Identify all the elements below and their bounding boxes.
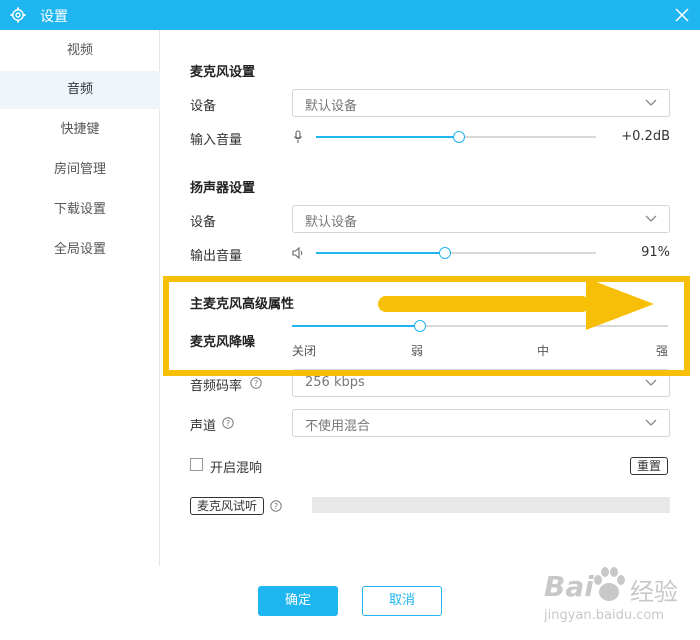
mic-volume-label: 输入音量 bbox=[190, 133, 243, 148]
tick-label-strong: 强 bbox=[656, 344, 669, 358]
speaker-device-select[interactable]: 默认设备 bbox=[292, 205, 670, 233]
paw-icon bbox=[594, 567, 625, 601]
sidebar-item-video[interactable]: 视频 bbox=[0, 32, 160, 70]
speaker-volume-knob[interactable] bbox=[439, 247, 451, 259]
mic-device-select[interactable]: 默认设备 bbox=[292, 89, 670, 117]
advanced-section-title: 主麦克风高级属性 bbox=[190, 297, 295, 312]
speaker-device-label: 设备 bbox=[190, 215, 217, 230]
watermark: Bai 经验 jingyan.baidu.com bbox=[538, 562, 698, 636]
sidebar-item-global-settings[interactable]: 全局设置 bbox=[0, 231, 160, 269]
mic-device-label: 设备 bbox=[190, 99, 217, 114]
sidebar-item-room-management[interactable]: 房间管理 bbox=[0, 151, 160, 189]
arrow-right-icon bbox=[378, 278, 654, 330]
tick-label-weak: 弱 bbox=[411, 344, 424, 358]
speaker-volume-readout: 91% bbox=[641, 245, 670, 260]
speaker-volume-fill bbox=[316, 252, 445, 254]
mic-volume-fill bbox=[316, 136, 459, 138]
speaker-volume-label: 输出音量 bbox=[190, 249, 243, 264]
reverb-label: 开启混响 bbox=[210, 461, 263, 476]
help-icon[interactable]: ? bbox=[250, 377, 262, 389]
mic-volume-knob[interactable] bbox=[453, 131, 465, 143]
svg-text:?: ? bbox=[226, 419, 230, 428]
cancel-button[interactable]: 取消 bbox=[362, 586, 442, 616]
help-icon[interactable]: ? bbox=[270, 500, 282, 512]
mic-volume-readout: +0.2dB bbox=[621, 129, 670, 144]
watermark-brand: Bai bbox=[544, 570, 594, 603]
mic-test-level-bar bbox=[312, 497, 670, 513]
speaker-section-title: 扬声器设置 bbox=[190, 181, 256, 196]
sidebar-item-shortcuts[interactable]: 快捷键 bbox=[0, 111, 160, 149]
bitrate-label: 音频码率 bbox=[190, 379, 243, 394]
title-bar: 设置 bbox=[0, 0, 700, 30]
reverb-checkbox[interactable] bbox=[190, 458, 203, 471]
ok-button[interactable]: 确定 bbox=[258, 586, 338, 616]
channel-value: 不使用混合 bbox=[305, 419, 371, 434]
reset-button[interactable]: 重置 bbox=[630, 457, 669, 475]
bitrate-value: 256 kbps bbox=[305, 375, 365, 390]
speaker-volume-slider[interactable] bbox=[316, 247, 596, 259]
noise-reduction-label: 麦克风降噪 bbox=[190, 335, 256, 350]
mic-section-title: 麦克风设置 bbox=[190, 65, 256, 80]
chevron-down-icon bbox=[645, 99, 657, 106]
chevron-down-icon bbox=[645, 215, 657, 222]
tick-label-off: 关闭 bbox=[292, 344, 317, 358]
gear-icon bbox=[10, 7, 26, 23]
sidebar-item-audio[interactable]: 音频 bbox=[0, 71, 160, 109]
tick-label-medium: 中 bbox=[537, 344, 550, 358]
chevron-down-icon bbox=[645, 419, 657, 426]
mic-test-button[interactable]: 麦克风试听 bbox=[190, 497, 265, 515]
chevron-down-icon bbox=[645, 379, 657, 386]
sidebar-item-download-settings[interactable]: 下载设置 bbox=[0, 191, 160, 229]
mic-device-value: 默认设备 bbox=[305, 99, 358, 114]
watermark-brand-cn: 经验 bbox=[630, 578, 678, 606]
speaker-device-value: 默认设备 bbox=[305, 215, 358, 230]
bitrate-select[interactable]: 256 kbps bbox=[292, 369, 670, 397]
close-icon[interactable] bbox=[674, 7, 690, 23]
help-icon[interactable]: ? bbox=[222, 417, 234, 429]
microphone-icon bbox=[294, 130, 302, 143]
mic-volume-slider[interactable] bbox=[316, 131, 596, 143]
window-title: 设置 bbox=[40, 9, 68, 25]
channel-label: 声道 bbox=[190, 419, 217, 434]
svg-text:?: ? bbox=[254, 379, 258, 388]
watermark-url: jingyan.baidu.com bbox=[544, 608, 664, 623]
svg-text:?: ? bbox=[274, 502, 278, 511]
speaker-icon bbox=[292, 246, 303, 260]
sidebar: 视频 音频 快捷键 房间管理 下载设置 全局设置 bbox=[0, 30, 160, 566]
channel-select[interactable]: 不使用混合 bbox=[292, 409, 670, 437]
